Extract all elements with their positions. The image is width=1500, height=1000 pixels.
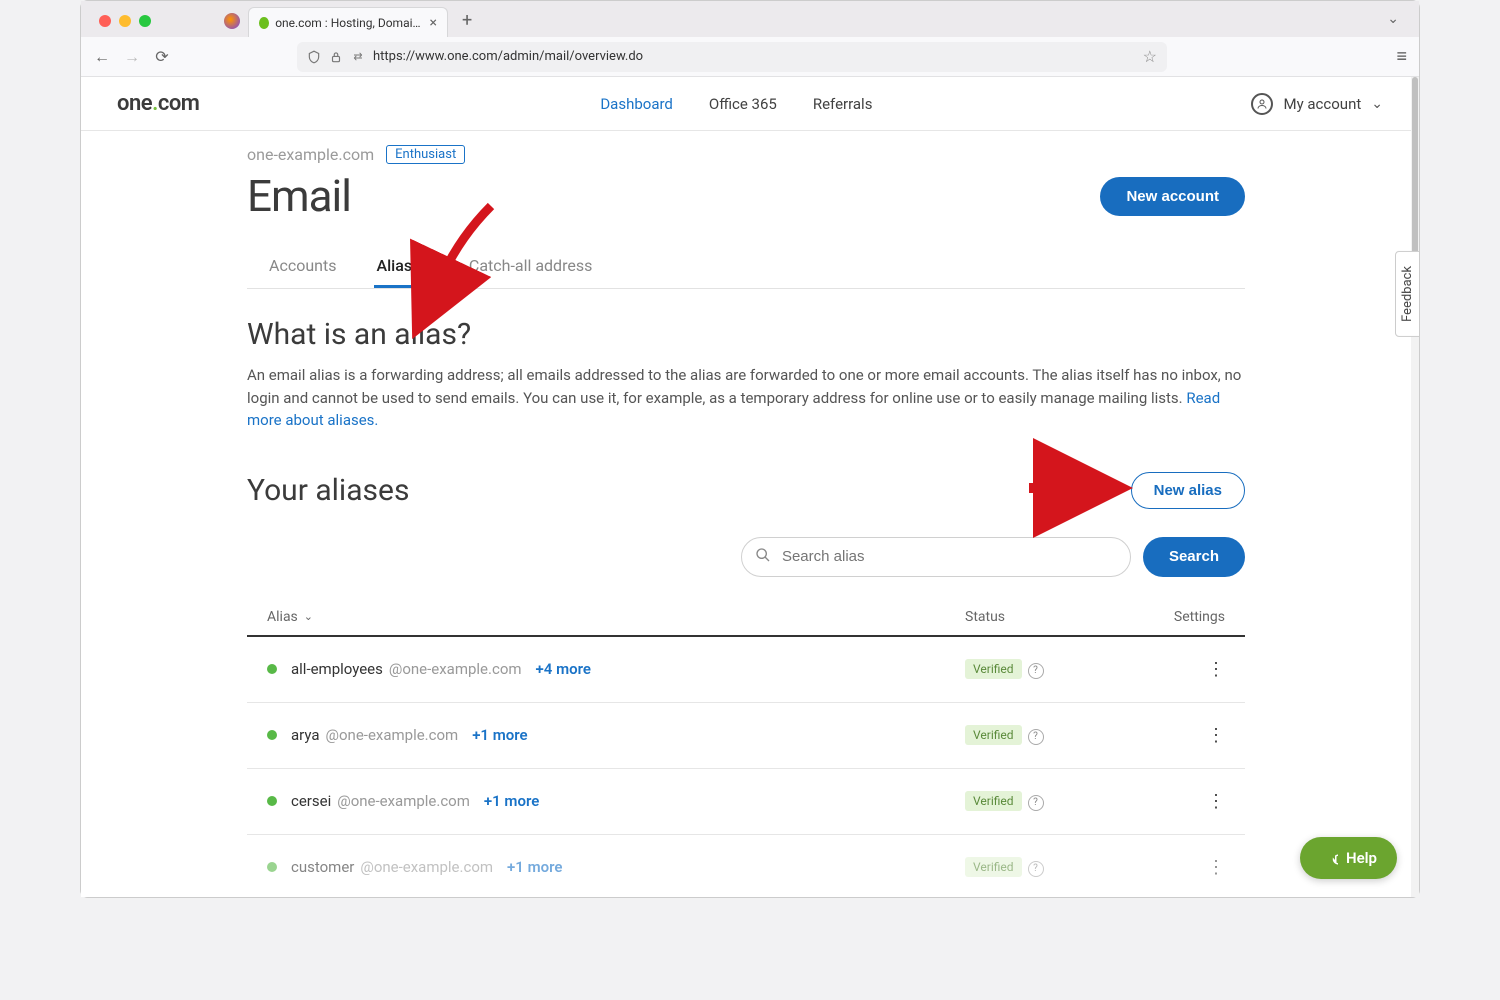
sort-icon: ⌄ bbox=[304, 610, 313, 623]
url-text: https://www.one.com/admin/mail/overview.… bbox=[373, 49, 1135, 64]
status-dot-icon bbox=[267, 730, 277, 740]
your-aliases-heading: Your aliases bbox=[247, 473, 409, 508]
alias-domain: @one-example.com bbox=[337, 792, 470, 810]
help-icon[interactable]: ? bbox=[1028, 861, 1044, 877]
bookmark-icon[interactable]: ☆ bbox=[1143, 47, 1157, 66]
window-zoom-icon[interactable] bbox=[139, 15, 151, 27]
alias-more-link[interactable]: +1 more bbox=[484, 792, 539, 810]
app-menu-button[interactable]: ≡ bbox=[1396, 46, 1407, 67]
table-row: all-employees @one-example.com +4 more Ve… bbox=[247, 637, 1245, 703]
alias-local: cersei bbox=[291, 792, 331, 810]
nav-office365[interactable]: Office 365 bbox=[709, 95, 777, 113]
page-content: one-example.com Enthusiast Email New acc… bbox=[81, 131, 1411, 897]
page-title: Email bbox=[247, 170, 351, 222]
new-alias-button[interactable]: New alias bbox=[1131, 472, 1245, 509]
alias-local: all-employees bbox=[291, 660, 383, 678]
chat-bubble-icon bbox=[1320, 847, 1338, 869]
tab-accounts[interactable]: Accounts bbox=[267, 246, 338, 288]
shield-icon[interactable] bbox=[307, 50, 321, 64]
logo-base: one bbox=[117, 91, 152, 116]
alias-more-link[interactable]: +1 more bbox=[507, 858, 562, 876]
help-widget[interactable]: Help bbox=[1300, 837, 1397, 879]
alias-local: customer bbox=[291, 858, 354, 876]
status-dot-icon bbox=[267, 862, 277, 872]
new-account-button[interactable]: New account bbox=[1100, 177, 1245, 216]
what-is-alias-heading: What is an alias? bbox=[247, 317, 1245, 352]
lock-icon[interactable] bbox=[329, 50, 343, 64]
firefox-icon bbox=[224, 13, 240, 37]
row-settings-menu[interactable]: ⋮ bbox=[1145, 857, 1225, 878]
window-close-icon[interactable] bbox=[99, 15, 111, 27]
table-row: customer @one-example.com +1 more Verifie… bbox=[247, 835, 1245, 898]
table-header: Alias ⌄ Status Settings bbox=[247, 599, 1245, 637]
table-row: arya @one-example.com +1 more Verified? ⋮ bbox=[247, 703, 1245, 769]
col-settings-header: Settings bbox=[1145, 609, 1225, 625]
search-input[interactable] bbox=[741, 537, 1131, 577]
status-dot-icon bbox=[267, 796, 277, 806]
tab-title: one.com : Hosting, Domain, Em… bbox=[275, 16, 423, 30]
nav-referrals[interactable]: Referrals bbox=[813, 95, 873, 113]
window-controls bbox=[89, 15, 161, 37]
search-field-wrap bbox=[741, 537, 1131, 577]
tabs-dropdown-icon[interactable]: ⌄ bbox=[1387, 11, 1411, 37]
main-nav: Dashboard Office 365 Referrals bbox=[600, 95, 872, 113]
browser-tab[interactable]: one.com : Hosting, Domain, Em… × bbox=[248, 7, 448, 37]
row-settings-menu[interactable]: ⋮ bbox=[1145, 659, 1225, 680]
table-row: cersei @one-example.com +1 more Verified?… bbox=[247, 769, 1245, 835]
forward-button: → bbox=[123, 47, 141, 67]
status-badge: Verified bbox=[965, 791, 1022, 811]
alias-domain: @one-example.com bbox=[326, 726, 459, 744]
alias-domain: @one-example.com bbox=[389, 660, 522, 678]
tab-close-icon[interactable]: × bbox=[430, 15, 437, 31]
logo[interactable]: one.com bbox=[117, 91, 199, 116]
account-label: My account bbox=[1283, 95, 1361, 113]
status-badge: Verified bbox=[965, 659, 1022, 679]
help-icon[interactable]: ? bbox=[1028, 795, 1044, 811]
feedback-tab[interactable]: Feedback bbox=[1395, 251, 1420, 337]
tab-aliases[interactable]: Aliases bbox=[374, 246, 430, 288]
email-tabs: Accounts Aliases Catch-all address bbox=[247, 246, 1245, 289]
row-settings-menu[interactable]: ⋮ bbox=[1145, 725, 1225, 746]
status-badge: Verified bbox=[965, 857, 1022, 877]
col-alias-header[interactable]: Alias ⌄ bbox=[267, 609, 965, 625]
user-icon bbox=[1251, 93, 1273, 115]
address-bar[interactable]: ⇄ https://www.one.com/admin/mail/overvie… bbox=[297, 42, 1167, 72]
tab-catchall[interactable]: Catch-all address bbox=[467, 246, 594, 288]
domain-name: one-example.com bbox=[247, 145, 374, 164]
col-status-header: Status bbox=[965, 609, 1145, 625]
status-dot-icon bbox=[267, 664, 277, 674]
alias-more-link[interactable]: +4 more bbox=[536, 660, 591, 678]
reload-button[interactable]: ⟳ bbox=[153, 47, 171, 66]
back-button[interactable]: ← bbox=[93, 47, 111, 67]
domain-row: one-example.com Enthusiast bbox=[247, 145, 1245, 164]
favicon-icon bbox=[259, 17, 269, 29]
permissions-icon[interactable]: ⇄ bbox=[351, 50, 365, 64]
plan-badge: Enthusiast bbox=[386, 145, 465, 164]
logo-tld: com bbox=[158, 91, 200, 116]
status-badge: Verified bbox=[965, 725, 1022, 745]
alias-more-link[interactable]: +1 more bbox=[472, 726, 527, 744]
browser-tabbar: one.com : Hosting, Domain, Em… × + ⌄ bbox=[81, 1, 1419, 37]
account-menu[interactable]: My account ⌄ bbox=[1251, 93, 1383, 115]
browser-toolbar: ← → ⟳ ⇄ https://www.one.com/admin/mail/o… bbox=[81, 37, 1419, 77]
what-is-alias-body: An email alias is a forwarding address; … bbox=[247, 364, 1245, 432]
window-minimize-icon[interactable] bbox=[119, 15, 131, 27]
row-settings-menu[interactable]: ⋮ bbox=[1145, 791, 1225, 812]
new-tab-button[interactable]: + bbox=[462, 10, 472, 37]
help-icon[interactable]: ? bbox=[1028, 729, 1044, 745]
chevron-down-icon: ⌄ bbox=[1371, 96, 1383, 112]
help-icon[interactable]: ? bbox=[1028, 663, 1044, 679]
site-header: one.com Dashboard Office 365 Referrals M… bbox=[81, 77, 1419, 131]
search-button[interactable]: Search bbox=[1143, 537, 1245, 577]
alias-local: arya bbox=[291, 726, 320, 744]
help-label: Help bbox=[1346, 849, 1377, 867]
what-is-alias-text: An email alias is a forwarding address; … bbox=[247, 366, 1241, 407]
alias-domain: @one-example.com bbox=[360, 858, 493, 876]
search-icon bbox=[755, 547, 771, 567]
nav-dashboard[interactable]: Dashboard bbox=[600, 95, 673, 113]
search-row: Search bbox=[247, 537, 1245, 577]
